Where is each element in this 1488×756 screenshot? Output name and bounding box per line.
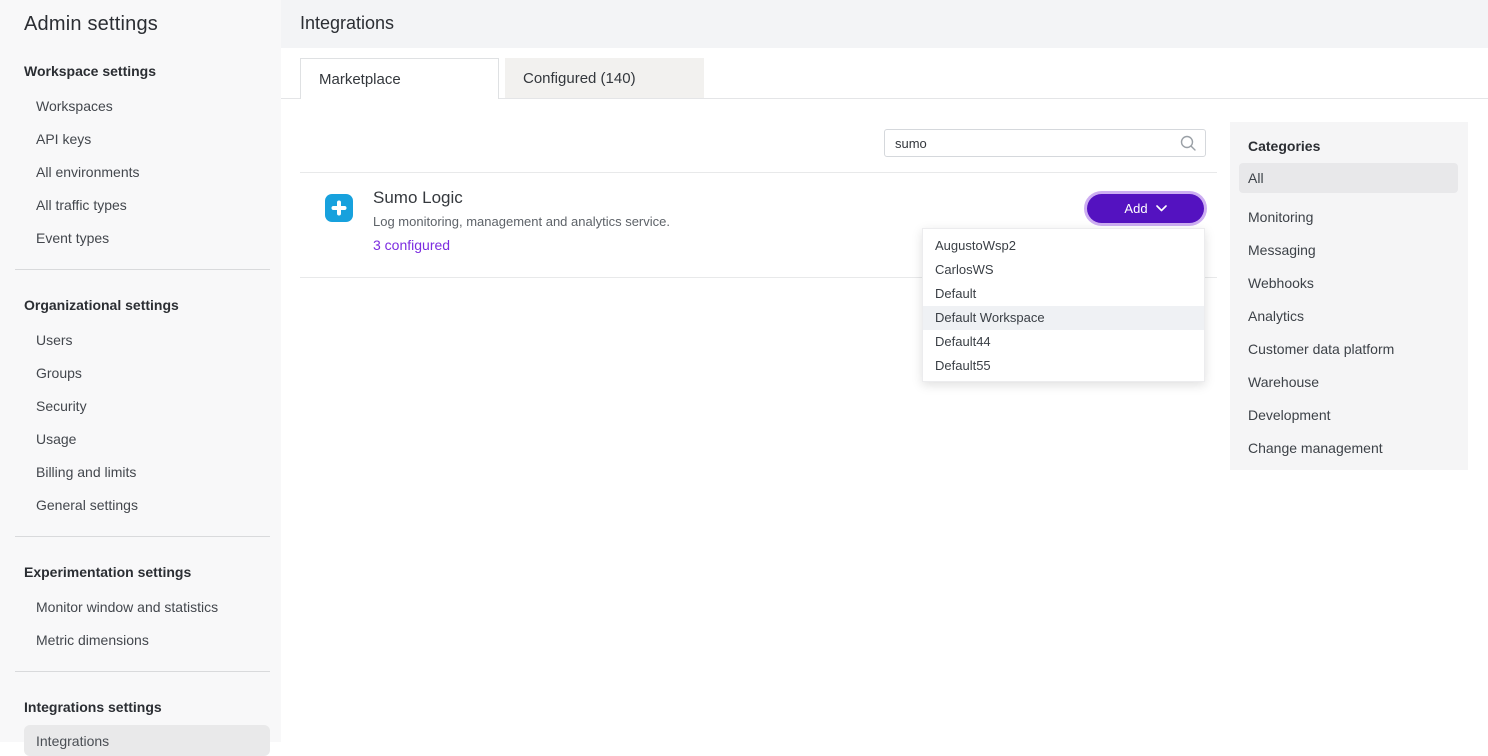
sidebar-item-workspaces[interactable]: Workspaces: [0, 89, 281, 122]
categories-panel: Categories All Monitoring Messaging Webh…: [1230, 122, 1468, 470]
dropdown-item-default[interactable]: Default: [923, 282, 1204, 306]
sidebar-item-security[interactable]: Security: [0, 389, 281, 422]
sidebar-divider: [15, 269, 270, 270]
add-button-label: Add: [1124, 201, 1147, 216]
dropdown-item-default44[interactable]: Default44: [923, 330, 1204, 354]
tab-bar: Marketplace Configured (140): [300, 58, 704, 99]
category-customer-data-platform[interactable]: Customer data platform: [1230, 332, 1468, 365]
sidebar-item-users[interactable]: Users: [0, 323, 281, 356]
sidebar-item-billing-and-limits[interactable]: Billing and limits: [0, 455, 281, 488]
sidebar-item-monitor-window-and-statistics[interactable]: Monitor window and statistics: [0, 590, 281, 623]
dropdown-item-default55[interactable]: Default55: [923, 354, 1204, 378]
page-header: Integrations: [281, 0, 1488, 48]
dropdown-item-carlosws[interactable]: CarlosWS: [923, 258, 1204, 282]
sidebar-divider: [15, 671, 270, 672]
dropdown-item-augustowsp2[interactable]: AugustoWsp2: [923, 234, 1204, 258]
sidebar-item-integrations[interactable]: Integrations: [24, 725, 270, 756]
sidebar-divider: [15, 536, 270, 537]
tab-marketplace[interactable]: Marketplace: [300, 58, 499, 99]
add-button[interactable]: Add: [1087, 194, 1204, 223]
page-title: Integrations: [281, 0, 1488, 34]
sidebar-item-usage[interactable]: Usage: [0, 422, 281, 455]
integration-name: Sumo Logic: [373, 188, 463, 208]
sidebar-item-metric-dimensions[interactable]: Metric dimensions: [0, 623, 281, 656]
sidebar-item-all-environments[interactable]: All environments: [0, 155, 281, 188]
tab-configured[interactable]: Configured (140): [505, 58, 704, 98]
integration-search: [884, 129, 1206, 157]
section-heading-experimentation-settings: Experimentation settings: [0, 564, 281, 580]
category-monitoring[interactable]: Monitoring: [1230, 200, 1468, 233]
configured-count-link[interactable]: 3 configured: [373, 237, 450, 253]
workspace-dropdown: AugustoWsp2 CarlosWS Default Default Wor…: [922, 228, 1205, 382]
dropdown-item-default-workspace[interactable]: Default Workspace: [923, 306, 1204, 330]
section-heading-integrations-settings: Integrations settings: [0, 699, 281, 715]
sidebar-item-general-settings[interactable]: General settings: [0, 488, 281, 521]
categories-title: Categories: [1230, 122, 1468, 163]
search-input[interactable]: [885, 136, 1179, 151]
category-warehouse[interactable]: Warehouse: [1230, 365, 1468, 398]
section-heading-organizational-settings: Organizational settings: [0, 297, 281, 313]
sidebar-title: Admin settings: [0, 13, 281, 36]
category-development[interactable]: Development: [1230, 398, 1468, 431]
category-webhooks[interactable]: Webhooks: [1230, 266, 1468, 299]
card-top-divider: [300, 172, 1217, 173]
sidebar-item-groups[interactable]: Groups: [0, 356, 281, 389]
integration-description: Log monitoring, management and analytics…: [373, 214, 670, 229]
section-heading-workspace-settings: Workspace settings: [0, 63, 281, 79]
category-analytics[interactable]: Analytics: [1230, 299, 1468, 332]
sidebar-item-api-keys[interactable]: API keys: [0, 122, 281, 155]
category-messaging[interactable]: Messaging: [1230, 233, 1468, 266]
search-icon: [1179, 134, 1197, 152]
chevron-down-icon: [1156, 205, 1167, 212]
category-change-management[interactable]: Change management: [1230, 431, 1468, 464]
sidebar-item-all-traffic-types[interactable]: All traffic types: [0, 188, 281, 221]
sumo-logic-logo-plus-icon: [325, 194, 353, 222]
sidebar-item-event-types[interactable]: Event types: [0, 221, 281, 254]
admin-sidebar: Admin settings Workspace settings Worksp…: [0, 0, 281, 742]
category-all[interactable]: All: [1239, 163, 1458, 193]
